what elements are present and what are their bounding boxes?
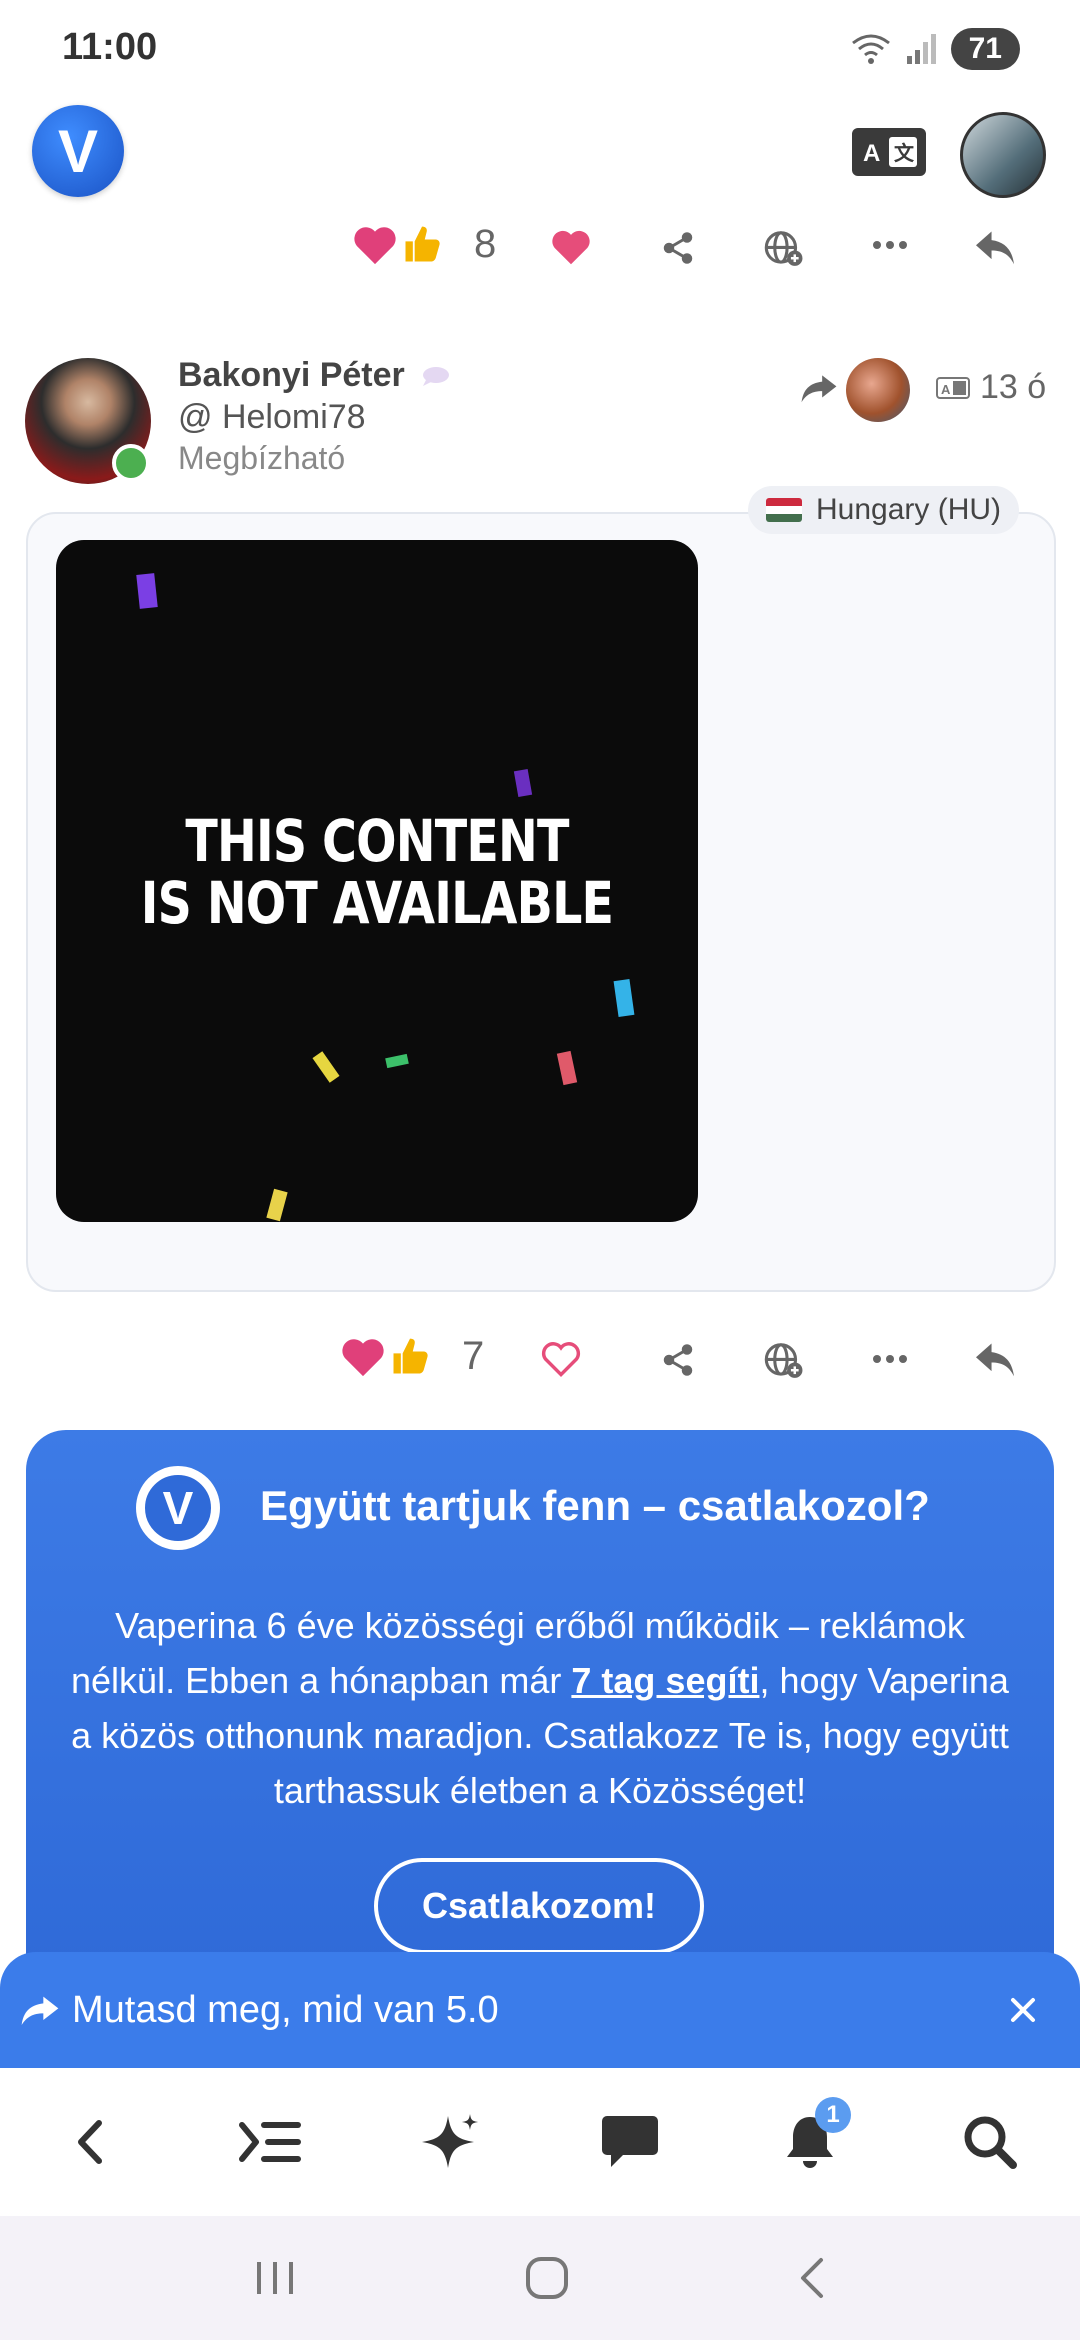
confetti-piece bbox=[385, 1053, 409, 1069]
author-handle[interactable]: @ Helomi78 bbox=[178, 398, 366, 437]
system-back-icon[interactable] bbox=[797, 2256, 827, 2300]
share-forward-icon bbox=[21, 1996, 59, 2025]
nav-search[interactable] bbox=[945, 2097, 1035, 2187]
like-button-filled[interactable] bbox=[550, 228, 592, 266]
reply-icon[interactable] bbox=[974, 1340, 1016, 1378]
chevron-left-icon bbox=[78, 2120, 102, 2164]
svg-text:A: A bbox=[863, 140, 880, 167]
share-icon[interactable] bbox=[660, 230, 696, 266]
thumbs-up-reaction-icon bbox=[405, 226, 440, 261]
confetti-piece bbox=[136, 573, 158, 609]
post-reaction-summary[interactable]: 7 bbox=[340, 1334, 484, 1379]
sharer-avatar[interactable] bbox=[846, 358, 910, 422]
author-name[interactable]: Bakonyi Péter bbox=[178, 356, 450, 395]
nav-discover[interactable] bbox=[405, 2097, 495, 2187]
user-avatar[interactable] bbox=[960, 112, 1046, 198]
feed-list-icon bbox=[239, 2122, 301, 2162]
system-navigation bbox=[0, 2216, 1080, 2340]
translate-button[interactable]: A 文 bbox=[852, 128, 926, 176]
signal-icon bbox=[906, 34, 936, 64]
app-logo[interactable]: V bbox=[32, 105, 124, 197]
confetti-piece bbox=[312, 1051, 340, 1083]
more-options-icon[interactable] bbox=[872, 1352, 908, 1366]
translate-small-icon: A bbox=[936, 377, 970, 399]
battery-indicator: 71 bbox=[950, 28, 1020, 70]
country-badge: Hungary (HU) bbox=[748, 486, 1020, 534]
snackbar-text: Mutasd meg, mid van 5.0 bbox=[72, 1988, 499, 2031]
online-indicator bbox=[112, 444, 150, 482]
post-reaction-count: 7 bbox=[462, 1334, 485, 1378]
svg-text:A: A bbox=[941, 382, 951, 397]
media-unavailable-text: THIS CONTENT IS NOT AVAILABLE bbox=[114, 810, 640, 934]
heart-reaction-icon bbox=[342, 1338, 384, 1376]
confetti-piece bbox=[613, 979, 635, 1017]
svg-text:文: 文 bbox=[894, 141, 915, 165]
shared-by-icon bbox=[801, 375, 837, 403]
media-text-line1: THIS CONTENT bbox=[185, 807, 569, 875]
country-label: Hungary (HU) bbox=[816, 493, 1002, 526]
promo-supporters-link[interactable]: 7 tag segíti bbox=[571, 1660, 759, 1701]
bottom-navigation: 1 bbox=[0, 2068, 1080, 2216]
post-time: 13 ó bbox=[980, 368, 1047, 406]
notification-badge: 1 bbox=[815, 2097, 851, 2133]
post-media[interactable]: THIS CONTENT IS NOT AVAILABLE bbox=[56, 540, 698, 1222]
author-name-text: Bakonyi Péter bbox=[178, 356, 405, 394]
wifi-icon bbox=[851, 34, 890, 64]
search-icon bbox=[964, 2116, 1017, 2169]
status-icons: 71 bbox=[849, 28, 1020, 70]
snackbar[interactable]: Mutasd meg, mid van 5.0 bbox=[0, 1952, 1080, 2068]
nav-back[interactable] bbox=[45, 2097, 135, 2187]
status-time: 11:00 bbox=[62, 26, 158, 68]
share-icon[interactable] bbox=[660, 1342, 696, 1378]
chat-icon bbox=[602, 2116, 658, 2167]
reaction-summary[interactable]: 8 bbox=[352, 222, 496, 267]
chat-bubble-icon bbox=[423, 367, 450, 387]
thumbs-up-reaction-icon bbox=[393, 1338, 428, 1373]
media-text-line2: IS NOT AVAILABLE bbox=[140, 869, 614, 937]
home-icon[interactable] bbox=[524, 2255, 570, 2301]
promo-logo-letter: V bbox=[142, 1472, 214, 1544]
nav-notifications[interactable]: 1 bbox=[765, 2097, 855, 2187]
confetti-piece bbox=[556, 1050, 578, 1086]
confetti-piece bbox=[513, 768, 533, 798]
sparkle-icon bbox=[422, 2114, 478, 2168]
promo-body: Vaperina 6 éve közösségi erőből működik … bbox=[60, 1598, 1020, 1818]
reaction-count: 8 bbox=[474, 222, 497, 266]
nav-messages[interactable] bbox=[585, 2097, 675, 2187]
promo-logo: V bbox=[136, 1466, 220, 1550]
translate-icon: A 文 bbox=[863, 137, 917, 167]
confetti-piece bbox=[266, 1188, 288, 1222]
author-rank: Megbízható bbox=[178, 440, 346, 476]
nav-feed[interactable] bbox=[225, 2097, 315, 2187]
like-button-outline[interactable] bbox=[540, 1340, 582, 1378]
promo-title: Együtt tartjuk fenn – csatlakozol? bbox=[260, 1482, 930, 1529]
globe-add-icon[interactable] bbox=[764, 1342, 804, 1380]
join-button[interactable]: Csatlakozom! bbox=[374, 1858, 704, 1954]
close-icon[interactable] bbox=[1010, 1997, 1036, 2023]
globe-add-icon[interactable] bbox=[764, 230, 804, 268]
reply-icon[interactable] bbox=[974, 228, 1016, 266]
hungary-flag-icon bbox=[766, 498, 802, 522]
recent-apps-icon[interactable] bbox=[253, 2258, 297, 2298]
more-options-icon[interactable] bbox=[872, 238, 908, 252]
heart-reaction-icon bbox=[354, 226, 396, 264]
